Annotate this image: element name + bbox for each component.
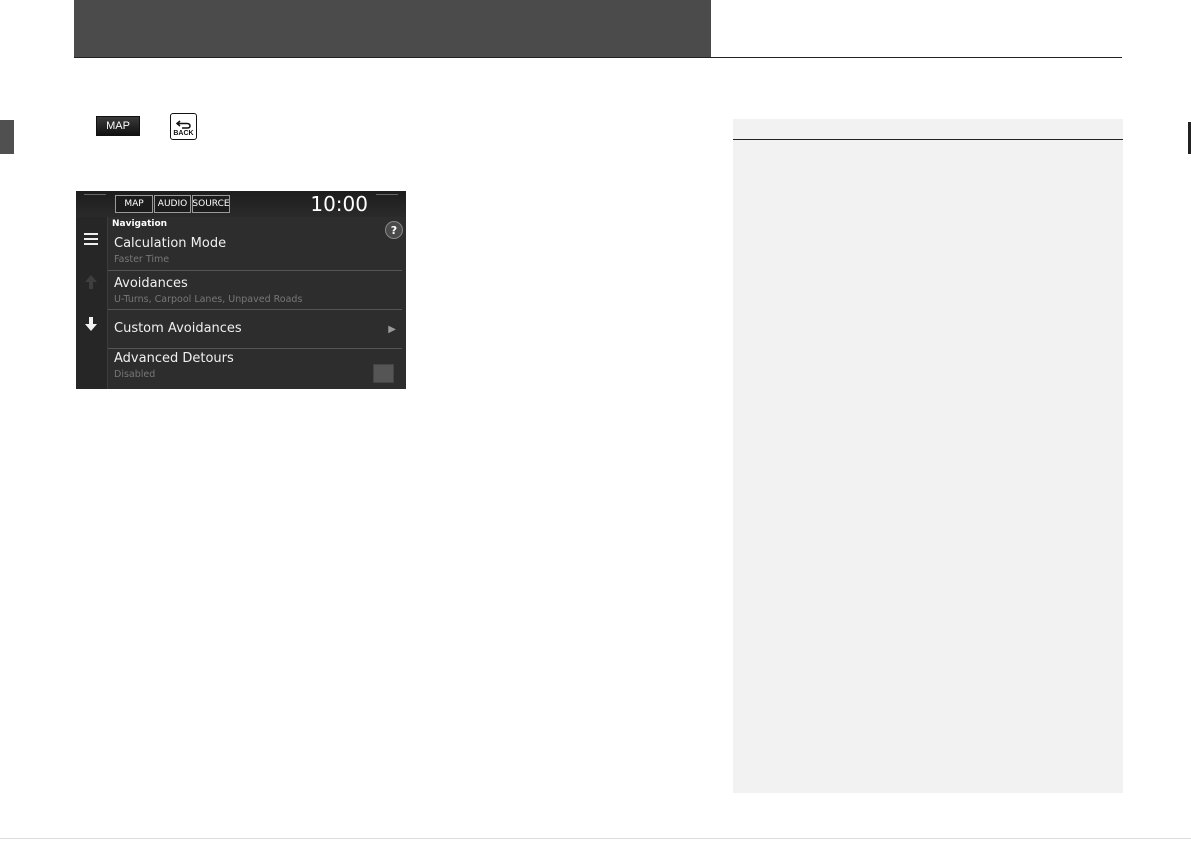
chapter-tab	[0, 120, 14, 154]
note-panel	[733, 119, 1123, 793]
row-title: Avoidances	[114, 276, 188, 291]
settings-list: Navigation ? Calculation Mode Faster Tim…	[108, 217, 406, 389]
setting-row-calculation-mode[interactable]: Calculation Mode Faster Time	[108, 234, 402, 271]
source-tab-button[interactable]: SOURCE	[192, 195, 230, 213]
page-bottom-rule	[0, 838, 1191, 839]
header-bar	[74, 0, 711, 57]
source-tab-label: SOURCE	[192, 199, 230, 209]
chevron-right-icon: ▶	[388, 324, 396, 335]
corner-cap-right	[376, 194, 398, 198]
navigation-settings-screen: MAP AUDIO SOURCE 10:00 Navigation ? Calc…	[76, 191, 406, 389]
return-arrow-icon	[175, 120, 191, 129]
map-button-label: MAP	[106, 120, 130, 132]
row-title: Calculation Mode	[114, 236, 227, 251]
setting-row-advanced-detours[interactable]: Advanced Detours Disabled	[108, 349, 402, 389]
audio-tab-label: AUDIO	[157, 199, 188, 209]
row-subtitle: U-Turns, Carpool Lanes, Unpaved Roads	[114, 294, 303, 305]
setting-row-avoidances[interactable]: Avoidances U-Turns, Carpool Lanes, Unpav…	[108, 271, 402, 310]
clock: 10:00	[310, 192, 368, 216]
back-button-label: BACK	[173, 130, 194, 137]
row-subtitle: Faster Time	[114, 254, 170, 265]
checkbox-icon[interactable]	[373, 364, 394, 383]
section-title: Navigation	[112, 219, 168, 229]
note-panel-rule	[733, 139, 1123, 140]
down-arrow-icon[interactable]	[85, 317, 97, 331]
row-title: Custom Avoidances	[114, 321, 242, 336]
menu-icon[interactable]	[84, 233, 98, 245]
map-tab-button[interactable]: MAP	[115, 195, 153, 213]
setting-row-custom-avoidances[interactable]: Custom Avoidances ▶	[108, 310, 402, 349]
manual-page: MAP BACK MAP AUDIO SOURCE 10:00 Navigati…	[0, 0, 1191, 841]
map-tab-label: MAP	[124, 199, 144, 209]
audio-tab-button[interactable]: AUDIO	[154, 195, 191, 213]
back-button-icon: BACK	[170, 113, 197, 140]
header-rule	[74, 57, 1122, 58]
row-subtitle: Disabled	[114, 369, 156, 380]
corner-cap-left	[84, 194, 106, 198]
map-button-icon: MAP	[96, 116, 140, 136]
left-rail	[76, 217, 108, 389]
top-bar: MAP AUDIO SOURCE 10:00	[76, 191, 406, 217]
up-arrow-icon[interactable]	[85, 275, 97, 289]
row-title: Advanced Detours	[114, 351, 234, 366]
